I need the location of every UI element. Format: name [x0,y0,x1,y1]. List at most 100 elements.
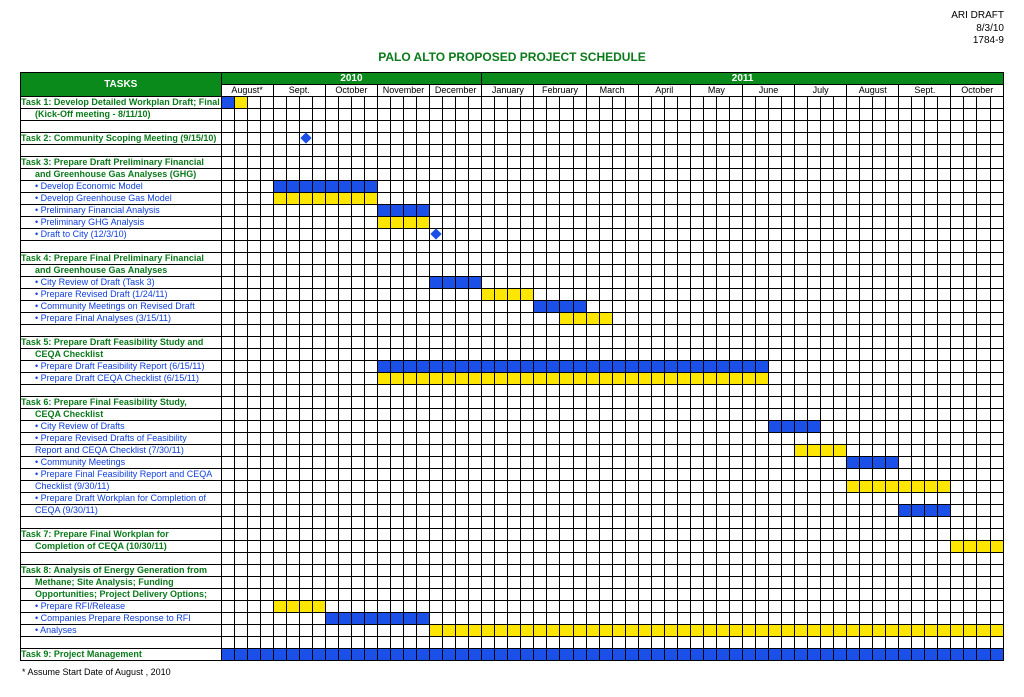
gantt-cell [390,132,403,144]
gantt-cell [351,276,364,288]
gantt-cell [547,576,560,588]
gantt-cell [612,564,625,576]
gantt-cell [768,444,781,456]
gantt-cell [951,480,964,492]
gantt-cell [286,156,299,168]
gantt-cell [312,588,325,600]
gantt-cell [990,528,1004,540]
gantt-cell [677,372,690,384]
gantt-cell [912,264,925,276]
gantt-cell [351,96,364,108]
gantt-cell [390,216,403,228]
gantt-cell [990,180,1004,192]
gantt-cell [247,120,260,132]
gantt-cell [768,408,781,420]
gantt-cell [638,312,651,324]
gantt-cell [795,288,808,300]
gantt-cell [990,336,1004,348]
gantt-cell [612,456,625,468]
gantt-cell [742,288,755,300]
gantt-cell [403,480,416,492]
gantt-cell [847,396,860,408]
gantt-cell [964,336,977,348]
gantt-cell [742,564,755,576]
gantt-cell [808,276,821,288]
gantt-cell [625,612,638,624]
gantt-cell [834,228,847,240]
gantt-cell [795,576,808,588]
gantt-cell [417,324,430,336]
gantt-cell [729,204,742,216]
gantt-cell [964,636,977,648]
gantt-cell [821,180,834,192]
gantt-cell [495,492,508,504]
gantt-cell [742,240,755,252]
gantt-cell [573,648,586,660]
gantt-cell [768,120,781,132]
gantt-cell [782,156,795,168]
gantt-cell [456,216,469,228]
gantt-cell [312,432,325,444]
gantt-cell [599,444,612,456]
gantt-cell [456,564,469,576]
gantt-cell [443,372,456,384]
gantt-cell [951,564,964,576]
gantt-cell [821,372,834,384]
gantt-cell [912,300,925,312]
gantt-cell [899,504,912,516]
gantt-cell [782,516,795,528]
gantt-cell [508,384,521,396]
gantt-cell [625,528,638,540]
gantt-cell [482,420,495,432]
gantt-cell [547,348,560,360]
gantt-cell [234,468,247,480]
gantt-cell [755,96,768,108]
gantt-cell [221,540,234,552]
gantt-cell [521,420,534,432]
gantt-cell [782,336,795,348]
gantt-cell [469,612,482,624]
gantt-cell [977,228,990,240]
gantt-cell [390,552,403,564]
gantt-cell [430,564,443,576]
gantt-cell [430,588,443,600]
gantt-cell [664,384,677,396]
gantt-cell [795,348,808,360]
gantt-cell [325,192,338,204]
gantt-cell [456,360,469,372]
gantt-cell [547,276,560,288]
gantt-cell [755,540,768,552]
gantt-cell [534,576,547,588]
gantt-cell [612,624,625,636]
gantt-cell [899,528,912,540]
gantt-cell [273,564,286,576]
gantt-cell [534,372,547,384]
gantt-cell [234,108,247,120]
gantt-cell [390,264,403,276]
gantt-cell [782,228,795,240]
gantt-cell [860,168,873,180]
gantt-cell [417,504,430,516]
gantt-cell [403,552,416,564]
gantt-cell [873,396,886,408]
gantt-cell [508,540,521,552]
gantt-cell [964,252,977,264]
gantt-cell [964,516,977,528]
gantt-cell [273,612,286,624]
gantt-cell [469,180,482,192]
gantt-cell [612,300,625,312]
gantt-cell [768,144,781,156]
gantt-cell [716,252,729,264]
gantt-cell [729,480,742,492]
gantt-cell [716,264,729,276]
gantt-cell [925,156,938,168]
gantt-cell [664,108,677,120]
gantt-cell [808,192,821,204]
gantt-cell [482,576,495,588]
gantt-cell [782,408,795,420]
gantt-cell [534,432,547,444]
gantt-cell [912,516,925,528]
gantt-cell [312,132,325,144]
gantt-cell [469,204,482,216]
gantt-cell [573,516,586,528]
